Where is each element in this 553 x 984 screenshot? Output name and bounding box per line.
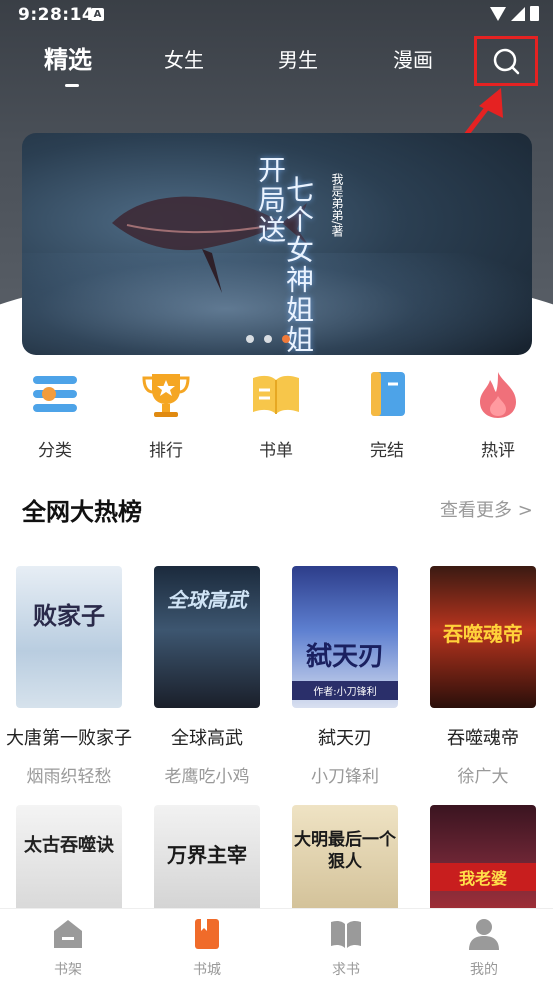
book-cover[interactable]: 弑天刃 作者:小刀锋利 — [292, 566, 398, 708]
tab-comics[interactable]: 漫画 — [393, 44, 433, 73]
see-more-link[interactable]: 查看更多 > — [440, 496, 533, 522]
category-classify[interactable]: 分类 — [15, 368, 95, 461]
nav-label: 求书 — [332, 962, 360, 978]
section-title: 全网大热榜 — [22, 498, 142, 526]
top-tab-bar: 精选 女生 男生 漫画 — [0, 38, 553, 88]
nav-label: 我的 — [470, 962, 498, 978]
book-card[interactable]: 败家子 大唐第一败家子 烟雨织轻愁 — [0, 566, 138, 787]
category-label: 排行 — [149, 441, 183, 461]
cover-title-art: 我老婆 — [430, 863, 536, 891]
cover-title-art: 大明最后一个狠人 — [294, 830, 396, 873]
signal-icon — [511, 6, 525, 21]
category-finished[interactable]: 完结 — [347, 368, 427, 461]
app-notification-icon: A — [91, 8, 104, 21]
category-label: 分类 — [38, 441, 72, 461]
bookshelf-icon — [54, 920, 82, 948]
book-author: 徐广大 — [457, 767, 509, 787]
nav-label: 书架 — [54, 962, 82, 978]
cover-title-art: 败家子 — [33, 601, 105, 630]
cover-title-art: 弑天刃 — [305, 642, 384, 672]
book-card[interactable]: 吞噬魂帝 吞噬魂帝 徐广大 — [414, 566, 552, 787]
search-icon — [493, 48, 520, 75]
cover-subtitle: 作者:小刀锋利 — [292, 681, 398, 700]
cover-title-art: 吞噬魂帝 — [443, 622, 523, 646]
book-title[interactable]: 全球高武 — [138, 724, 276, 750]
category-label: 书单 — [259, 441, 293, 461]
banner-dot[interactable] — [264, 335, 272, 343]
active-tab-indicator — [65, 84, 79, 87]
book-card[interactable]: 弑天刃 作者:小刀锋利 弑天刃 小刀锋利 — [276, 566, 414, 787]
profile-icon — [469, 919, 499, 950]
category-label: 完结 — [370, 441, 404, 461]
status-bar: 9:28:14 A — [0, 0, 553, 30]
banner-dot-active[interactable] — [282, 335, 290, 343]
banner-dot[interactable] — [246, 335, 254, 343]
nav-bookstore[interactable]: 书城 — [157, 909, 257, 979]
book-author: 老鹰吃小鸡 — [164, 767, 250, 787]
category-row: 分类 排行 书单 完结 热评 — [0, 368, 553, 468]
cover-title-art: 太古吞噬诀 — [24, 835, 114, 856]
book-cover[interactable]: 吞噬魂帝 — [430, 566, 536, 708]
category-ranking[interactable]: 排行 — [126, 368, 206, 461]
banner-pagination — [246, 335, 290, 343]
nav-profile[interactable]: 我的 — [434, 909, 534, 979]
tab-female[interactable]: 女生 — [164, 44, 204, 73]
status-icons — [490, 6, 539, 21]
trophy-icon — [142, 374, 190, 417]
nav-label: 书城 — [193, 962, 221, 978]
battery-icon — [530, 6, 539, 21]
book-title[interactable]: 弑天刃 — [276, 724, 414, 750]
banner-author: 我是弟弟/著 — [330, 173, 344, 238]
category-booklist[interactable]: 书单 — [236, 368, 316, 461]
category-hot-comments[interactable]: 热评 — [458, 368, 538, 461]
booklist-icon — [253, 375, 299, 414]
status-time: 9:28:14 — [18, 5, 95, 25]
finished-book-icon — [371, 372, 405, 416]
search-button[interactable] — [474, 36, 538, 86]
wifi-icon — [490, 6, 506, 21]
cover-title-art: 全球高武 — [167, 588, 247, 612]
banner-title-line2: 七个女神姐姐 — [282, 175, 315, 355]
category-icon — [33, 376, 77, 412]
book-title[interactable]: 吞噬魂帝 — [414, 724, 552, 750]
bottom-nav: 书架 书城 求书 我的 — [0, 908, 553, 984]
bookstore-icon — [195, 919, 219, 949]
nav-request-book[interactable]: 求书 — [296, 909, 396, 979]
cover-title-art: 万界主宰 — [167, 843, 247, 867]
tab-featured[interactable]: 精选 — [44, 40, 92, 75]
tab-male[interactable]: 男生 — [278, 44, 318, 73]
book-card[interactable]: 全球高武 全球高武 老鹰吃小鸡 — [138, 566, 276, 787]
nav-bookshelf[interactable]: 书架 — [18, 909, 118, 979]
category-label: 热评 — [481, 441, 515, 461]
book-author: 烟雨织轻愁 — [26, 767, 112, 787]
book-cover[interactable]: 全球高武 — [154, 566, 260, 708]
book-title[interactable]: 大唐第一败家子 — [0, 724, 138, 750]
flame-icon — [480, 372, 516, 418]
promo-banner[interactable]: 开局送 七个女神姐姐 我是弟弟/著 — [22, 133, 532, 355]
book-author: 小刀锋利 — [311, 767, 379, 787]
book-cover[interactable]: 败家子 — [16, 566, 122, 708]
request-book-icon — [331, 920, 361, 948]
